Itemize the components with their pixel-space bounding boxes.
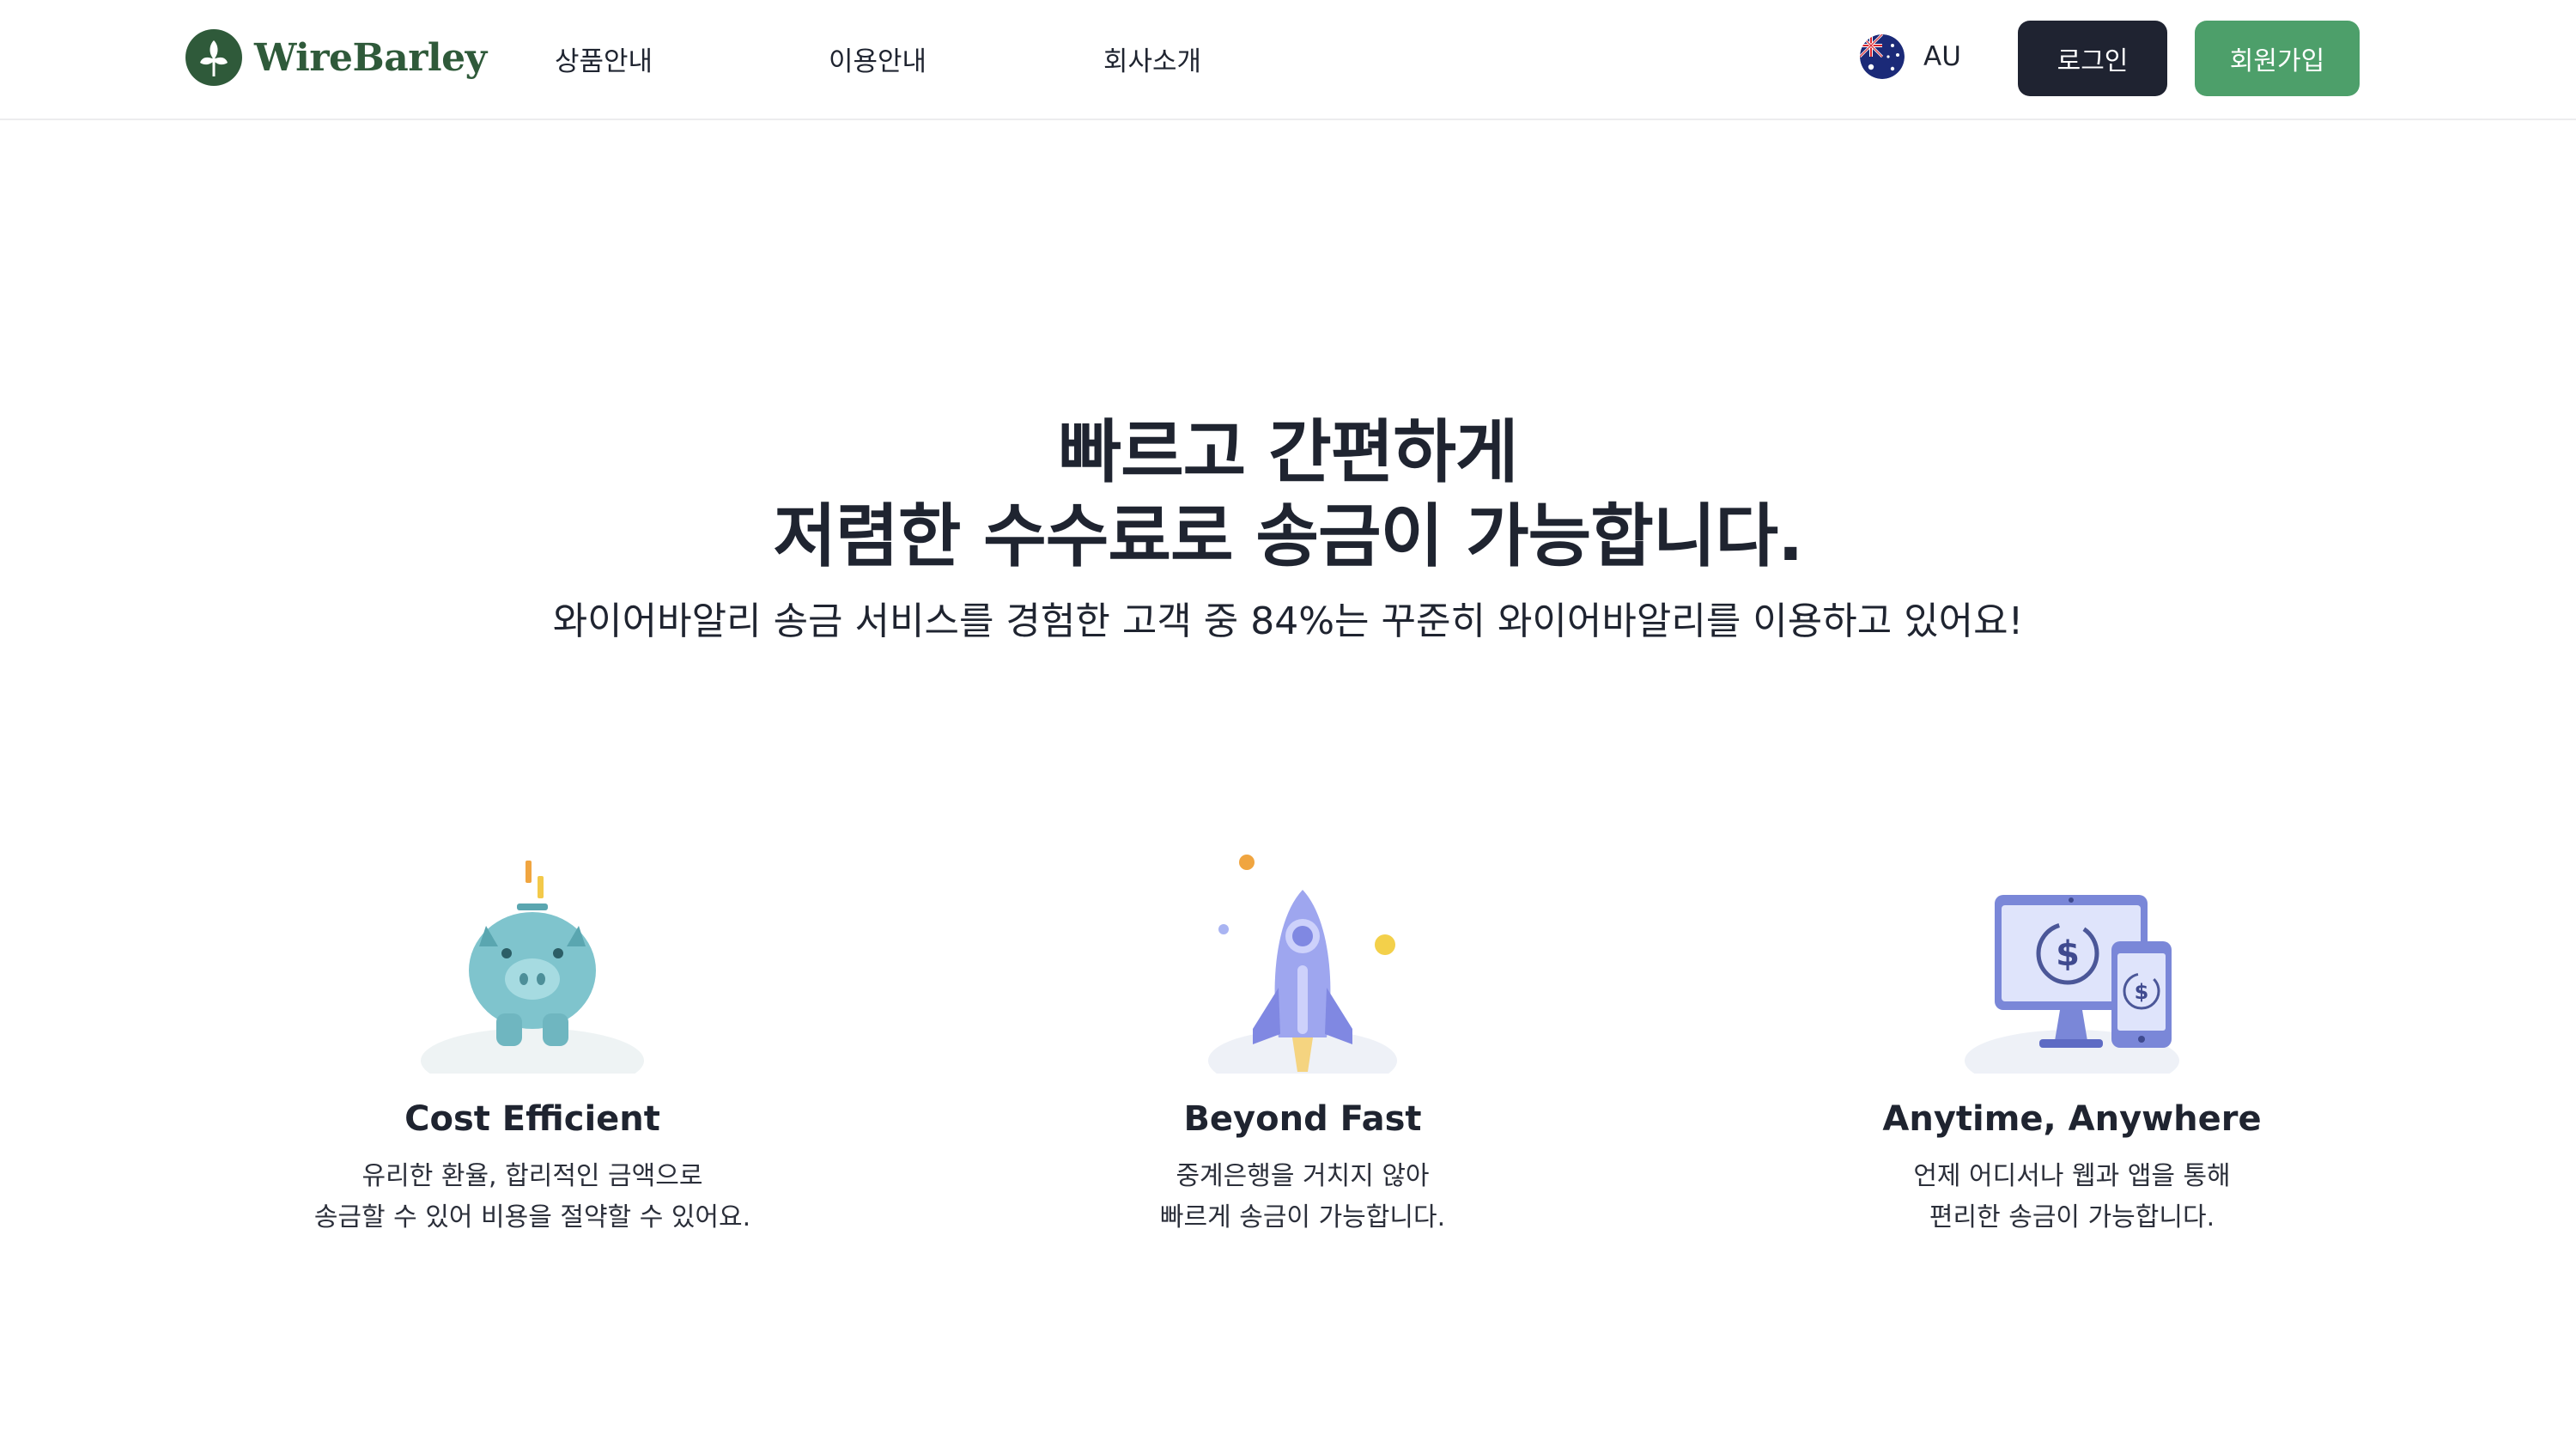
hero-title-line2: 저렴한 수수료로 송금이 가능합니다. xyxy=(773,496,1804,576)
nav-company[interactable]: 회사소개 xyxy=(1103,40,1201,78)
feature-desc-line1: 유리한 환율, 합리적인 금액으로 xyxy=(361,1161,703,1191)
login-button[interactable]: 로그인 xyxy=(2018,21,2167,96)
feature-title: Anytime, Anywhere xyxy=(1882,1099,2262,1139)
feature-title: Cost Efficient xyxy=(404,1099,660,1139)
feature-desc-line2: 빠르게 송금이 가능합니다. xyxy=(1159,1202,1446,1232)
rocket-icon xyxy=(1208,855,1397,1074)
devices-exchange-icon: $ $ xyxy=(1965,895,2179,1074)
feature-description: 유리한 환율, 합리적인 금액으로 송금할 수 있어 비용을 절약할 수 있어요… xyxy=(206,1156,859,1238)
logo-text: WireBarley xyxy=(254,35,487,80)
feature-cost-efficient: Cost Efficient 유리한 환율, 합리적인 금액으로 송금할 수 있… xyxy=(206,850,859,1238)
hero-title-line1: 빠르고 간편하게 xyxy=(1058,412,1518,492)
nav-guide[interactable]: 이용안내 xyxy=(829,40,927,78)
feature-anytime-anywhere: $ $ Anytime, Anywhere 언제 어디서나 웹과 앱을 통해 편… xyxy=(1746,850,2398,1238)
region-label: AU xyxy=(1923,41,1961,72)
barley-logo-icon xyxy=(185,29,242,86)
top-header: WireBarley 상품안내 이용안내 회사소개 AU 로그인 회원가입 xyxy=(0,0,2576,120)
feature-desc-line1: 언제 어디서나 웹과 앱을 통해 xyxy=(1913,1161,2231,1191)
australia-flag-icon xyxy=(1860,34,1905,79)
hero-title: 빠르고 간편하게 저렴한 수수료로 송금이 가능합니다. xyxy=(0,411,2576,579)
wirebarley-logo[interactable]: WireBarley xyxy=(185,29,487,86)
piggy-bank-icon xyxy=(421,861,644,1074)
feature-desc-line2: 편리한 송금이 가능합니다. xyxy=(1929,1202,2215,1232)
svg-text:$: $ xyxy=(2135,980,2149,1004)
svg-text:$: $ xyxy=(2056,934,2080,974)
feature-desc-line2: 송금할 수 있어 비용을 절약할 수 있어요. xyxy=(313,1202,751,1232)
region-selector[interactable]: AU xyxy=(1860,34,1961,79)
signup-button[interactable]: 회원가입 xyxy=(2195,21,2360,96)
feature-description: 언제 어디서나 웹과 앱을 통해 편리한 송금이 가능합니다. xyxy=(1746,1156,2398,1238)
feature-title: Beyond Fast xyxy=(1183,1099,1422,1139)
hero-section: 빠르고 간편하게 저렴한 수수료로 송금이 가능합니다. 와이어바알리 송금 서… xyxy=(0,411,2576,646)
nav-products[interactable]: 상품안내 xyxy=(555,40,653,78)
hero-subtitle: 와이어바알리 송금 서비스를 경험한 고객 중 84%는 꾸준히 와이어바알리를… xyxy=(552,599,2024,643)
feature-desc-line1: 중계은행을 거치지 않아 xyxy=(1176,1161,1430,1191)
feature-beyond-fast: Beyond Fast 중계은행을 거치지 않아 빠르게 송금이 가능합니다. xyxy=(976,850,1629,1238)
feature-description: 중계은행을 거치지 않아 빠르게 송금이 가능합니다. xyxy=(976,1156,1629,1238)
